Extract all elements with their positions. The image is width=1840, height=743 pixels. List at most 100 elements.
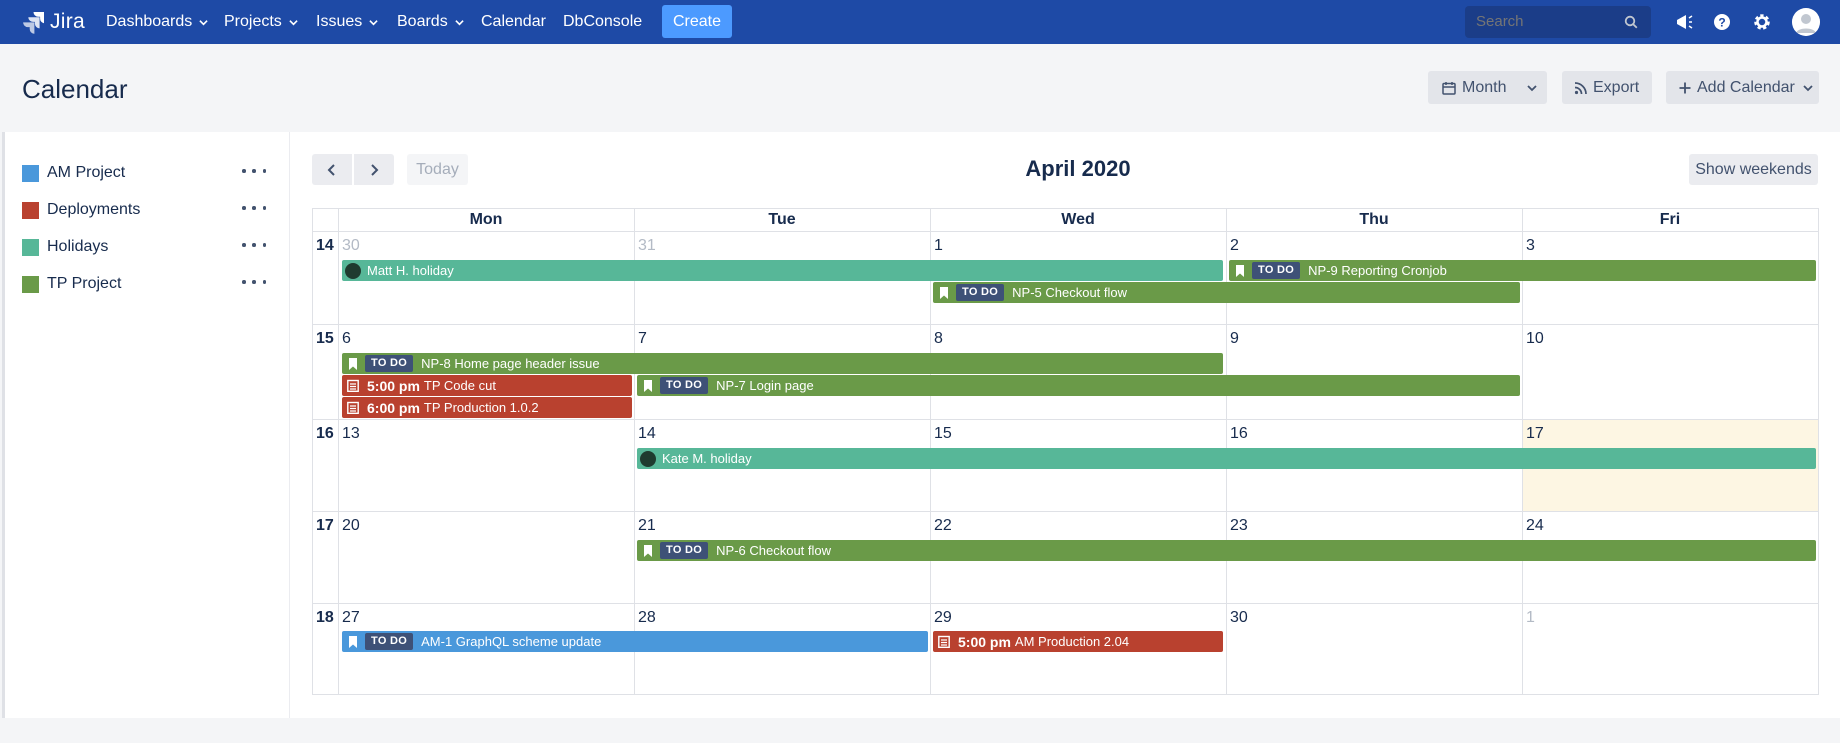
settings-icon[interactable] bbox=[1752, 12, 1772, 32]
help-icon[interactable]: ? bbox=[1712, 12, 1732, 32]
day-number[interactable]: 20 bbox=[342, 517, 360, 535]
nav-label: Boards bbox=[397, 13, 448, 30]
jira-logo[interactable]: Jira bbox=[22, 10, 85, 34]
day-number[interactable]: 1 bbox=[934, 237, 943, 255]
today-button[interactable]: Today bbox=[407, 154, 468, 185]
calendar-event[interactable]: 5:00 pm AM Production 2.04 bbox=[933, 631, 1223, 652]
deployment-icon bbox=[347, 401, 359, 414]
previous-month-button[interactable] bbox=[312, 154, 352, 185]
event-title: TP Code cut bbox=[423, 378, 496, 393]
day-number[interactable]: 2 bbox=[1230, 237, 1239, 255]
chevron-right-icon bbox=[371, 163, 379, 176]
day-number[interactable]: 6 bbox=[342, 330, 351, 348]
calendar-event[interactable]: TO DO NP-8 Home page header issue bbox=[342, 353, 1223, 374]
calendar-event[interactable]: Kate M. holiday bbox=[637, 448, 1816, 469]
view-select[interactable]: Month bbox=[1428, 71, 1547, 104]
jira-logo-icon bbox=[23, 12, 44, 34]
week-number: 16 bbox=[316, 425, 334, 442]
show-weekends-button[interactable]: Show weekends bbox=[1689, 154, 1818, 185]
week-number: 14 bbox=[316, 237, 334, 254]
calendar-list-item[interactable]: Holidays bbox=[22, 237, 108, 257]
week-number: 18 bbox=[316, 609, 334, 626]
notifications-icon[interactable] bbox=[1674, 12, 1694, 32]
day-number[interactable]: 27 bbox=[342, 609, 360, 627]
event-title: NP-6 Checkout flow bbox=[716, 543, 832, 558]
calendar-event[interactable]: TO DO NP-9 Reporting Cronjob bbox=[1229, 260, 1816, 281]
nav-projects[interactable]: Projects bbox=[224, 0, 298, 44]
calendar-list-item[interactable]: AM Project bbox=[22, 163, 125, 183]
day-number[interactable]: 15 bbox=[934, 425, 952, 443]
calendar-more-icon[interactable] bbox=[242, 166, 266, 176]
calendar-more-icon[interactable] bbox=[242, 277, 266, 287]
event-time: 6:00 pm bbox=[367, 399, 420, 416]
story-icon bbox=[644, 544, 652, 557]
calendar-event[interactable]: Matt H. holiday bbox=[342, 260, 1223, 281]
nav-calendar[interactable]: Calendar bbox=[481, 0, 546, 44]
status-lozenge: TO DO bbox=[1252, 262, 1301, 279]
day-number[interactable]: 23 bbox=[1230, 517, 1248, 535]
event-title: NP-5 Checkout flow bbox=[1012, 285, 1128, 300]
day-number[interactable]: 1 bbox=[1526, 609, 1535, 627]
day-number[interactable]: 17 bbox=[1526, 425, 1544, 443]
day-number[interactable]: 3 bbox=[1526, 237, 1535, 255]
day-number[interactable]: 8 bbox=[934, 330, 943, 348]
day-number[interactable]: 13 bbox=[342, 425, 360, 443]
day-number[interactable]: 9 bbox=[1230, 330, 1239, 348]
grid-line bbox=[338, 208, 339, 695]
calendar-list-item[interactable]: TP Project bbox=[22, 274, 121, 294]
calendar-event[interactable]: TO DO NP-5 Checkout flow bbox=[933, 282, 1520, 303]
nav-issues[interactable]: Issues bbox=[316, 0, 378, 44]
calendar-event[interactable]: TO DO AM-1 GraphQL scheme update bbox=[342, 631, 928, 652]
calendar-event[interactable]: TO DO NP-6 Checkout flow bbox=[637, 540, 1816, 561]
nav-boards[interactable]: Boards bbox=[397, 0, 464, 44]
status-lozenge: TO DO bbox=[660, 542, 709, 559]
day-number[interactable]: 30 bbox=[1230, 609, 1248, 627]
palm-tree-icon bbox=[640, 450, 656, 467]
event-time: 5:00 pm bbox=[958, 633, 1011, 650]
chevron-down-icon bbox=[455, 19, 464, 25]
nav-label: Issues bbox=[316, 13, 363, 30]
logo-text: Jira bbox=[50, 10, 86, 33]
day-number[interactable]: 28 bbox=[638, 609, 656, 627]
nav-label: Projects bbox=[224, 13, 282, 30]
calendar-more-icon[interactable] bbox=[242, 203, 266, 213]
deployment-icon bbox=[938, 635, 950, 648]
search-icon[interactable] bbox=[1624, 15, 1638, 29]
day-number[interactable]: 21 bbox=[638, 517, 656, 535]
nav-dbconsole[interactable]: DbConsole bbox=[563, 0, 642, 44]
event-title: NP-9 Reporting Cronjob bbox=[1308, 263, 1447, 278]
day-number[interactable]: 10 bbox=[1526, 330, 1544, 348]
next-month-button[interactable] bbox=[354, 154, 394, 185]
day-number[interactable]: 30 bbox=[342, 237, 360, 255]
day-number[interactable]: 14 bbox=[638, 425, 656, 443]
day-number[interactable]: 16 bbox=[1230, 425, 1248, 443]
calendar-list-item[interactable]: Deployments bbox=[22, 200, 140, 220]
day-number[interactable]: 24 bbox=[1526, 517, 1544, 535]
calendar-more-icon[interactable] bbox=[242, 240, 266, 250]
day-number[interactable]: 31 bbox=[638, 237, 656, 255]
add-calendar-label: Add Calendar bbox=[1697, 78, 1795, 96]
event-title: Kate M. holiday bbox=[662, 451, 752, 466]
export-button[interactable]: Export bbox=[1562, 71, 1652, 104]
calendar-event[interactable]: TO DO NP-7 Login page bbox=[637, 375, 1520, 396]
avatar[interactable] bbox=[1792, 8, 1820, 36]
calendar-color-swatch bbox=[22, 275, 39, 293]
calendar-icon bbox=[1442, 81, 1456, 95]
calendar-event[interactable]: 5:00 pm TP Code cut bbox=[342, 375, 632, 396]
day-header: Thu bbox=[1359, 211, 1389, 228]
create-button[interactable]: Create bbox=[662, 5, 732, 38]
calendar-event[interactable]: 6:00 pm TP Production 1.0.2 bbox=[342, 397, 632, 418]
add-calendar-button[interactable]: Add Calendar bbox=[1666, 71, 1819, 104]
event-title: NP-8 Home page header issue bbox=[421, 356, 600, 371]
week-number: 17 bbox=[316, 517, 334, 534]
day-number[interactable]: 29 bbox=[934, 609, 952, 627]
deployment-icon bbox=[347, 379, 359, 392]
palm-tree-icon bbox=[345, 262, 361, 279]
nav-dashboards[interactable]: Dashboards bbox=[106, 0, 208, 44]
top-navigation: Jira Dashboards Projects Issues Boards C… bbox=[0, 0, 1840, 44]
day-number[interactable]: 22 bbox=[934, 517, 952, 535]
calendar-color-swatch bbox=[22, 201, 39, 219]
grid-line bbox=[312, 603, 1819, 604]
story-icon bbox=[1236, 264, 1244, 277]
day-number[interactable]: 7 bbox=[638, 330, 647, 348]
